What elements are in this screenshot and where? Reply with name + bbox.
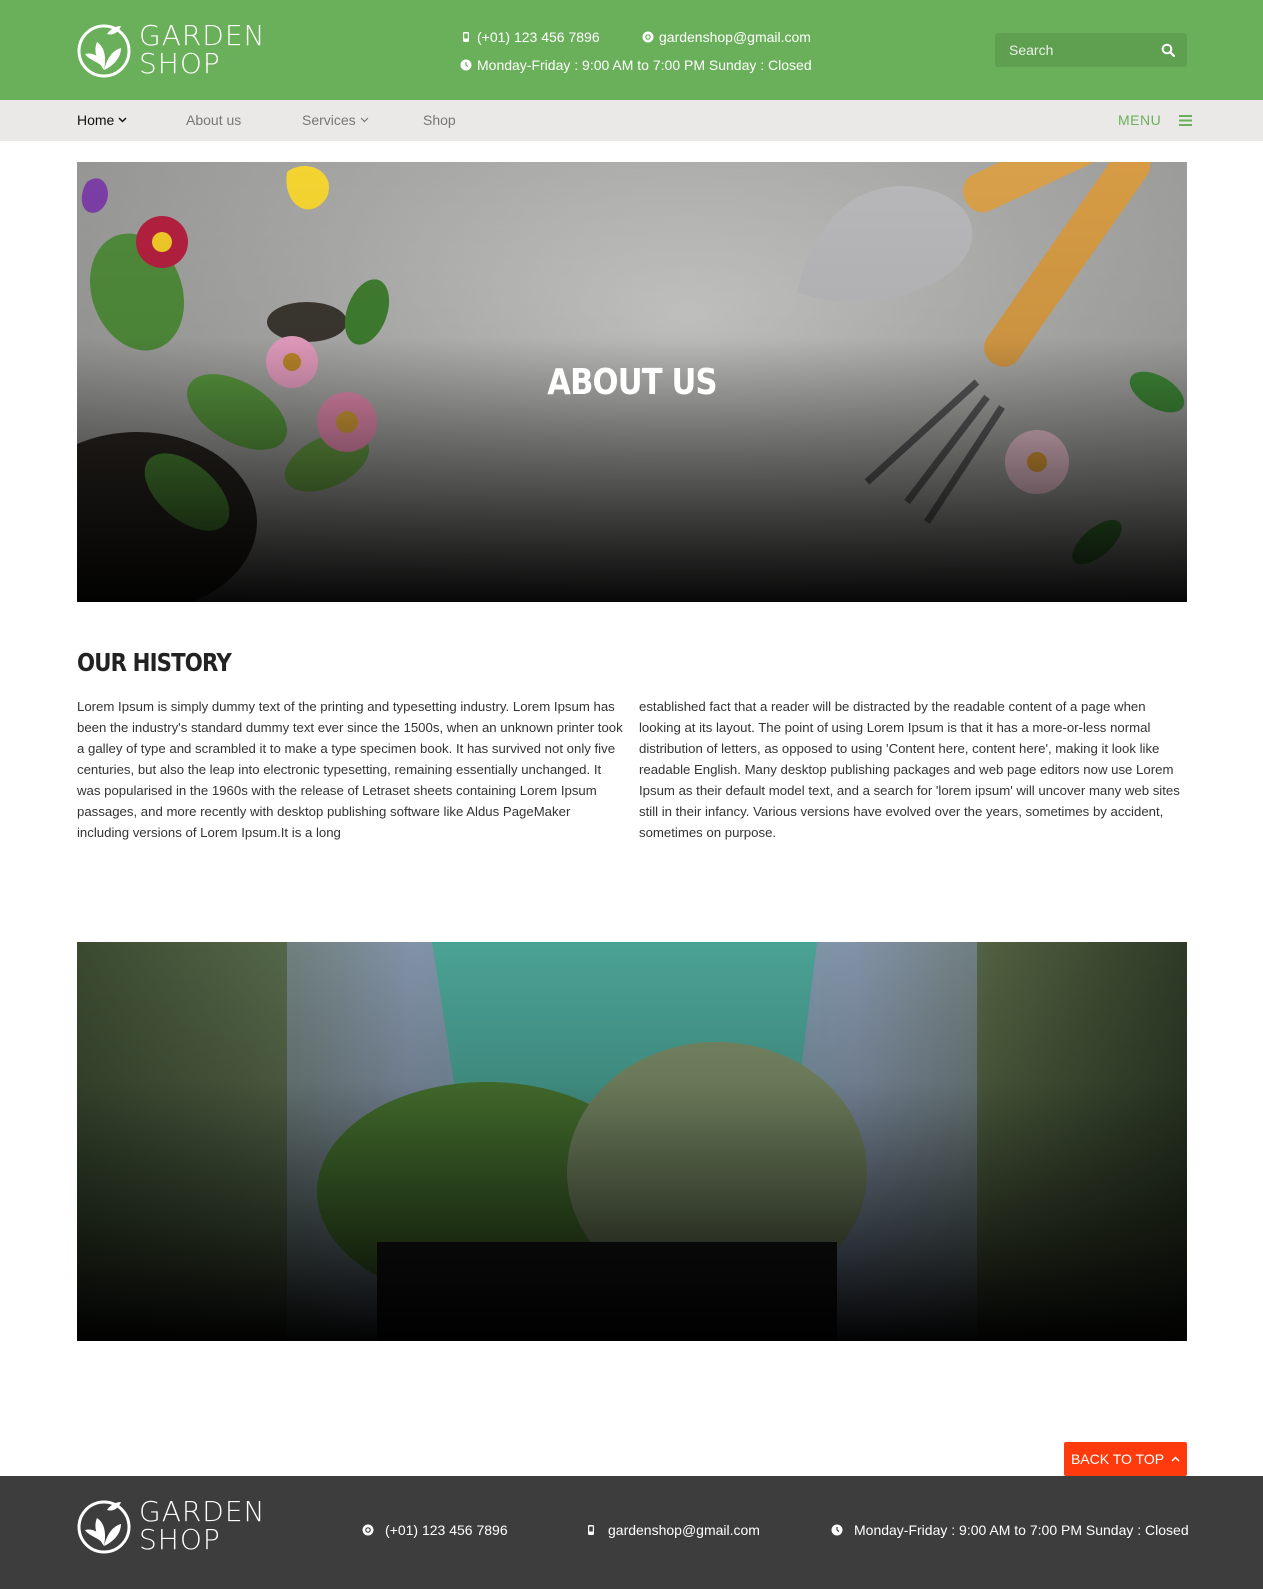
footer: GARDEN SHOP (+01) 123 456 7896 gardensho…: [0, 1476, 1263, 1589]
footer-logo[interactable]: GARDEN SHOP: [77, 1498, 266, 1554]
email-icon: [588, 1525, 594, 1535]
main-nav: Home About us Services Shop MENU: [0, 100, 1263, 141]
footer-hours-text: Monday-Friday : 9:00 AM to 7:00 PM Sunda…: [854, 1522, 1189, 1538]
footer-hours: Monday-Friday : 9:00 AM to 7:00 PM Sunda…: [831, 1522, 1189, 1538]
nav-item-about-us[interactable]: About us: [186, 112, 241, 128]
section-title-history: OUR HISTORY: [77, 648, 232, 677]
header-hours-text: Monday-Friday : 9:00 AM to 7:00 PM Sunda…: [477, 57, 812, 73]
nav-item-label: About us: [186, 112, 242, 128]
nav-item-shop[interactable]: Shop: [423, 112, 456, 128]
phone-icon: [463, 32, 469, 42]
nav-item-label: Home: [77, 112, 115, 128]
page-title: ABOUT US: [547, 362, 717, 403]
site-logo[interactable]: GARDEN SHOP: [77, 22, 266, 78]
menu-toggle[interactable]: MENU: [1118, 112, 1193, 128]
chevron-up-icon: [1171, 1456, 1180, 1462]
logo-line-1: GARDEN: [139, 19, 266, 52]
clock-icon: [831, 1524, 843, 1536]
nav-item-label: Services: [302, 112, 356, 128]
logo-line-1: GARDEN: [139, 1495, 266, 1528]
leaf-logo-icon: [77, 1500, 131, 1554]
phone-icon: [362, 1524, 374, 1536]
header-bar: GARDEN SHOP (+01) 123 456 7896 gardensho…: [0, 0, 1263, 100]
history-text-col-1: Lorem Ipsum is simply dummy text of the …: [77, 699, 623, 840]
hero-banner: ABOUT US: [77, 162, 1187, 602]
header-email-text: gardenshop@gmail.com: [659, 29, 811, 45]
search-input[interactable]: [1009, 42, 1159, 58]
footer-email-text: gardenshop@gmail.com: [608, 1522, 760, 1538]
header-phone-text: (+01) 123 456 7896: [477, 29, 600, 45]
search-icon[interactable]: [1161, 43, 1175, 57]
footer-phone-text: (+01) 123 456 7896: [385, 1522, 508, 1538]
email-icon: [642, 31, 654, 43]
header-hours: Monday-Friday : 9:00 AM to 7:00 PM Sunda…: [460, 57, 812, 73]
back-to-top-button[interactable]: BACK TO TOP: [1064, 1442, 1187, 1476]
back-to-top-label: BACK TO TOP: [1070, 1451, 1165, 1467]
logo-line-2: SHOP: [139, 47, 221, 80]
gardener-photo: [77, 942, 1187, 1341]
chevron-down-icon: [118, 117, 127, 123]
nav-item-label: Shop: [423, 112, 456, 128]
chevron-down-icon: [360, 117, 369, 123]
footer-email[interactable]: gardenshop@gmail.com: [585, 1522, 760, 1538]
nav-item-home[interactable]: Home: [77, 112, 127, 128]
header-email[interactable]: gardenshop@gmail.com: [642, 29, 811, 45]
search-box[interactable]: [995, 33, 1187, 67]
history-text-col-2: established fact that a reader will be d…: [639, 699, 1180, 840]
footer-phone[interactable]: (+01) 123 456 7896: [362, 1522, 508, 1538]
header-phone[interactable]: (+01) 123 456 7896: [460, 29, 600, 45]
hamburger-icon: [1179, 114, 1193, 126]
clock-icon: [460, 59, 472, 71]
menu-label: MENU: [1118, 112, 1162, 128]
logo-line-2: SHOP: [139, 1523, 221, 1556]
leaf-logo-icon: [77, 24, 131, 78]
nav-item-services[interactable]: Services: [302, 112, 369, 128]
